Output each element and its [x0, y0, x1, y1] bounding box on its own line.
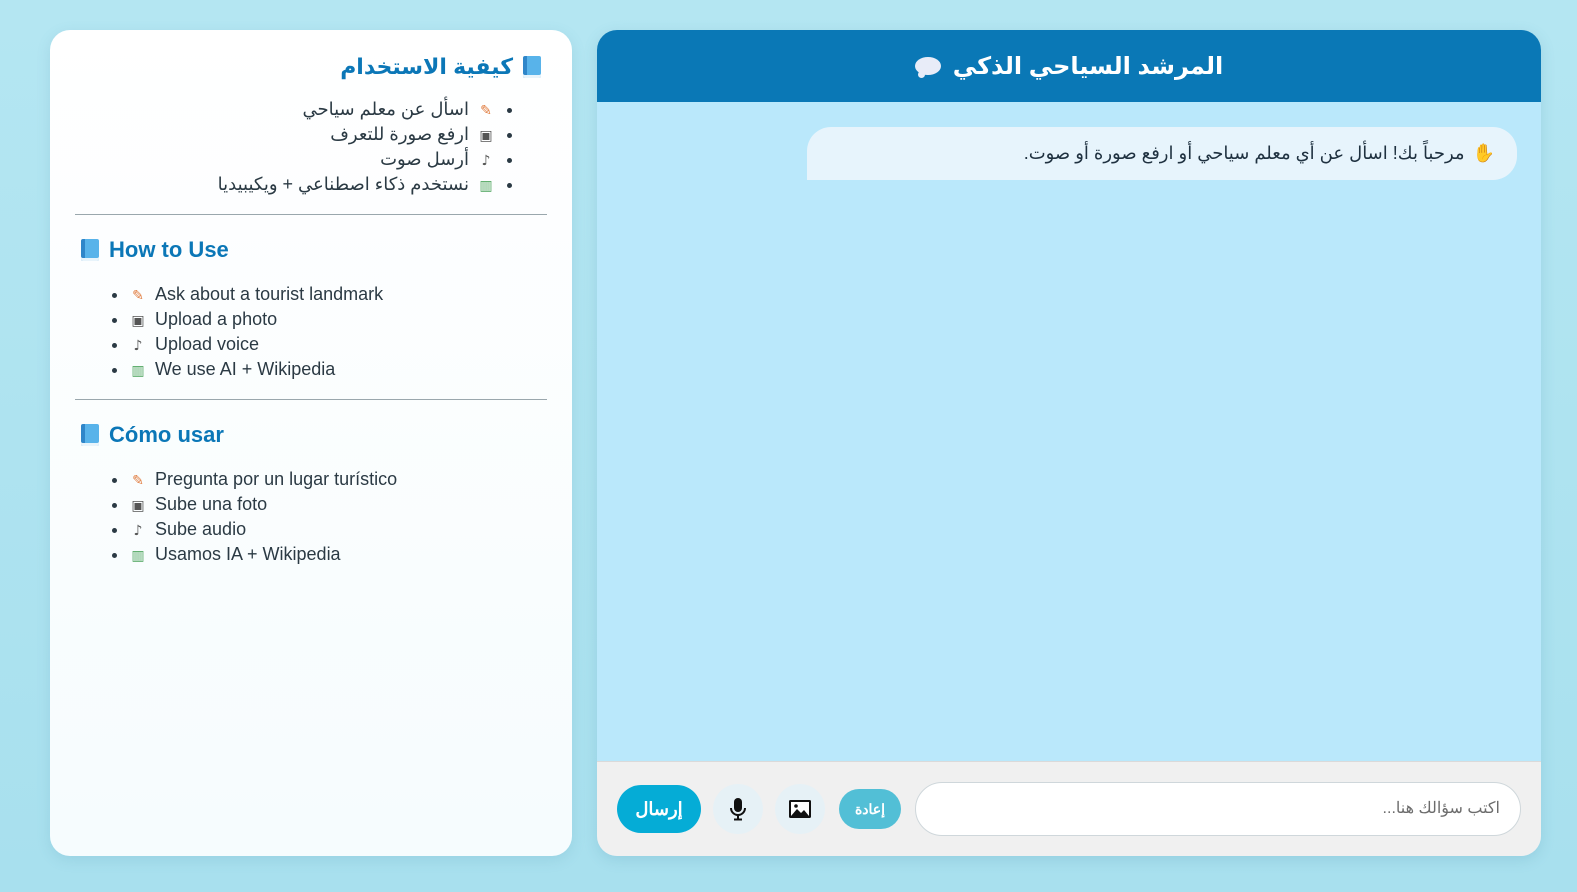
- upload-image-button[interactable]: [775, 784, 825, 834]
- book-icon: [81, 239, 99, 261]
- send-button[interactable]: إرسال: [617, 785, 701, 833]
- list-item: ✎Ask about a tourist landmark: [129, 283, 547, 308]
- list-item: ♪Sube audio: [129, 518, 547, 543]
- chat-title: المرشد السياحي الذكي: [952, 52, 1224, 80]
- section-title: كيفية الاستخدام: [75, 54, 547, 80]
- chat-header: المرشد السياحي الذكي: [597, 30, 1541, 102]
- bot-message: ✋ مرحباً بك! اسأل عن أي معلم سياحي أو ار…: [806, 127, 1517, 180]
- message-list: ✋ مرحباً بك! اسأل عن أي معلم سياحي أو ار…: [597, 102, 1541, 761]
- composer: إرسال إعادة: [597, 761, 1541, 856]
- list-item: ✎اسأل عن معلم سياحي: [75, 98, 495, 123]
- message-text: مرحباً بك! اسأل عن أي معلم سياحي أو ارفع…: [1023, 143, 1465, 163]
- list-item: ▣Sube una foto: [129, 493, 547, 518]
- help-list: ✎Ask about a tourist landmark ▣Upload a …: [75, 283, 547, 383]
- waving-hand-icon: ✋: [1472, 143, 1495, 164]
- list-item: ✎Pregunta por un lugar turístico: [129, 468, 547, 493]
- camera-icon: ▣: [479, 128, 493, 144]
- list-item: ♪Upload voice: [129, 333, 547, 358]
- microphone-icon: [730, 798, 746, 821]
- memo-icon: ✎: [132, 288, 144, 304]
- microphone-icon: ♪: [481, 153, 491, 169]
- section-title: How to Use: [75, 237, 547, 263]
- help-section-spanish: Cómo usar ✎Pregunta por un lugar turísti…: [75, 400, 547, 568]
- books-icon: ▥: [479, 178, 493, 194]
- speech-bubble-icon: [914, 57, 941, 78]
- image-icon: [789, 800, 811, 818]
- help-list: ✎اسأل عن معلم سياحي ▣ارفع صورة للتعرف ♪أ…: [75, 98, 547, 198]
- camera-icon: ▣: [131, 498, 145, 514]
- books-icon: ▥: [131, 363, 145, 379]
- help-list: ✎Pregunta por un lugar turístico ▣Sube u…: [75, 468, 547, 568]
- list-item: ▣Upload a photo: [129, 308, 547, 333]
- help-section-arabic: كيفية الاستخدام ✎اسأل عن معلم سياحي ▣ارف…: [75, 30, 547, 198]
- books-icon: ▥: [131, 548, 145, 564]
- list-item: ▥نستخدم ذكاء اصطناعي + ويكيبيديا: [75, 173, 495, 198]
- reset-button[interactable]: إعادة: [839, 789, 901, 829]
- microphone-icon: ♪: [133, 523, 143, 539]
- list-item: ♪أرسل صوت: [75, 148, 495, 173]
- book-icon: [81, 424, 99, 446]
- chat-panel: المرشد السياحي الذكي ✋ مرحباً بك! اسأل ع…: [597, 30, 1541, 856]
- help-sidebar: كيفية الاستخدام ✎اسأل عن معلم سياحي ▣ارف…: [50, 30, 572, 856]
- record-voice-button[interactable]: [713, 784, 763, 834]
- help-section-english: How to Use ✎Ask about a tourist landmark…: [75, 215, 547, 383]
- list-item: ▥Usamos IA + Wikipedia: [129, 543, 547, 568]
- memo-icon: ✎: [132, 473, 144, 489]
- book-icon: [523, 56, 541, 78]
- memo-icon: ✎: [480, 103, 492, 119]
- list-item: ▣ارفع صورة للتعرف: [75, 123, 495, 148]
- microphone-icon: ♪: [133, 338, 143, 354]
- camera-icon: ▣: [131, 313, 145, 329]
- list-item: ▥We use AI + Wikipedia: [129, 358, 547, 383]
- section-title: Cómo usar: [75, 422, 547, 448]
- question-input[interactable]: [915, 782, 1521, 836]
